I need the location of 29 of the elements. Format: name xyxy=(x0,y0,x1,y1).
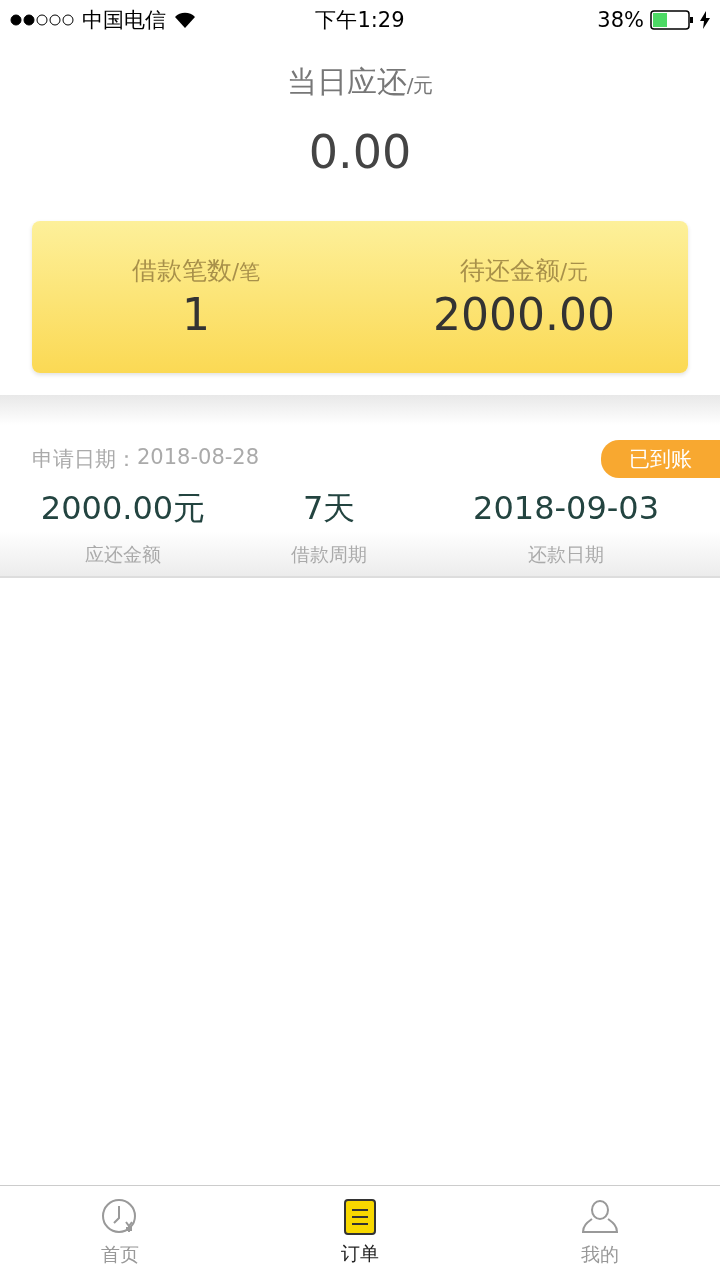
summary-label: 借款笔数 xyxy=(131,255,232,287)
stat-value: 2018-09-03 xyxy=(473,488,660,528)
signal-icon xyxy=(10,14,74,26)
unit-label: /元 xyxy=(559,260,589,286)
clock-icon xyxy=(101,1198,139,1236)
unit-label: /元 xyxy=(406,73,434,99)
notepad-icon xyxy=(344,1199,376,1235)
stat-label: 应还金额 xyxy=(85,542,162,566)
stat-label: 还款日期 xyxy=(528,542,605,566)
battery-percent: 38% xyxy=(597,8,644,32)
tab[interactable]: 订单 xyxy=(240,1186,480,1280)
summary-value: 2000.00 xyxy=(433,289,615,340)
summary-label: 待还金额 xyxy=(459,255,560,287)
due-today-label: 当日应还 xyxy=(286,63,407,101)
carrier-name: 中国电信 xyxy=(82,7,166,34)
summary-value: 1 xyxy=(182,289,210,340)
stat-value: 7天 xyxy=(302,488,356,528)
apply-date: 2018-08-28 xyxy=(137,445,260,471)
battery-icon xyxy=(650,10,694,30)
status-badge: 已到账 xyxy=(601,440,720,478)
charging-icon xyxy=(700,11,710,29)
unit-label: /笔 xyxy=(231,260,261,286)
stat-value: 2000.00元 xyxy=(40,488,206,528)
due-amount: 0.00 xyxy=(308,125,412,179)
status-time: 下午1:29 xyxy=(315,7,405,34)
person-icon xyxy=(581,1198,619,1236)
apply-date-label: 申请日期： xyxy=(32,446,137,473)
wifi-icon xyxy=(174,12,196,28)
stat-label: 借款周期 xyxy=(291,542,368,566)
